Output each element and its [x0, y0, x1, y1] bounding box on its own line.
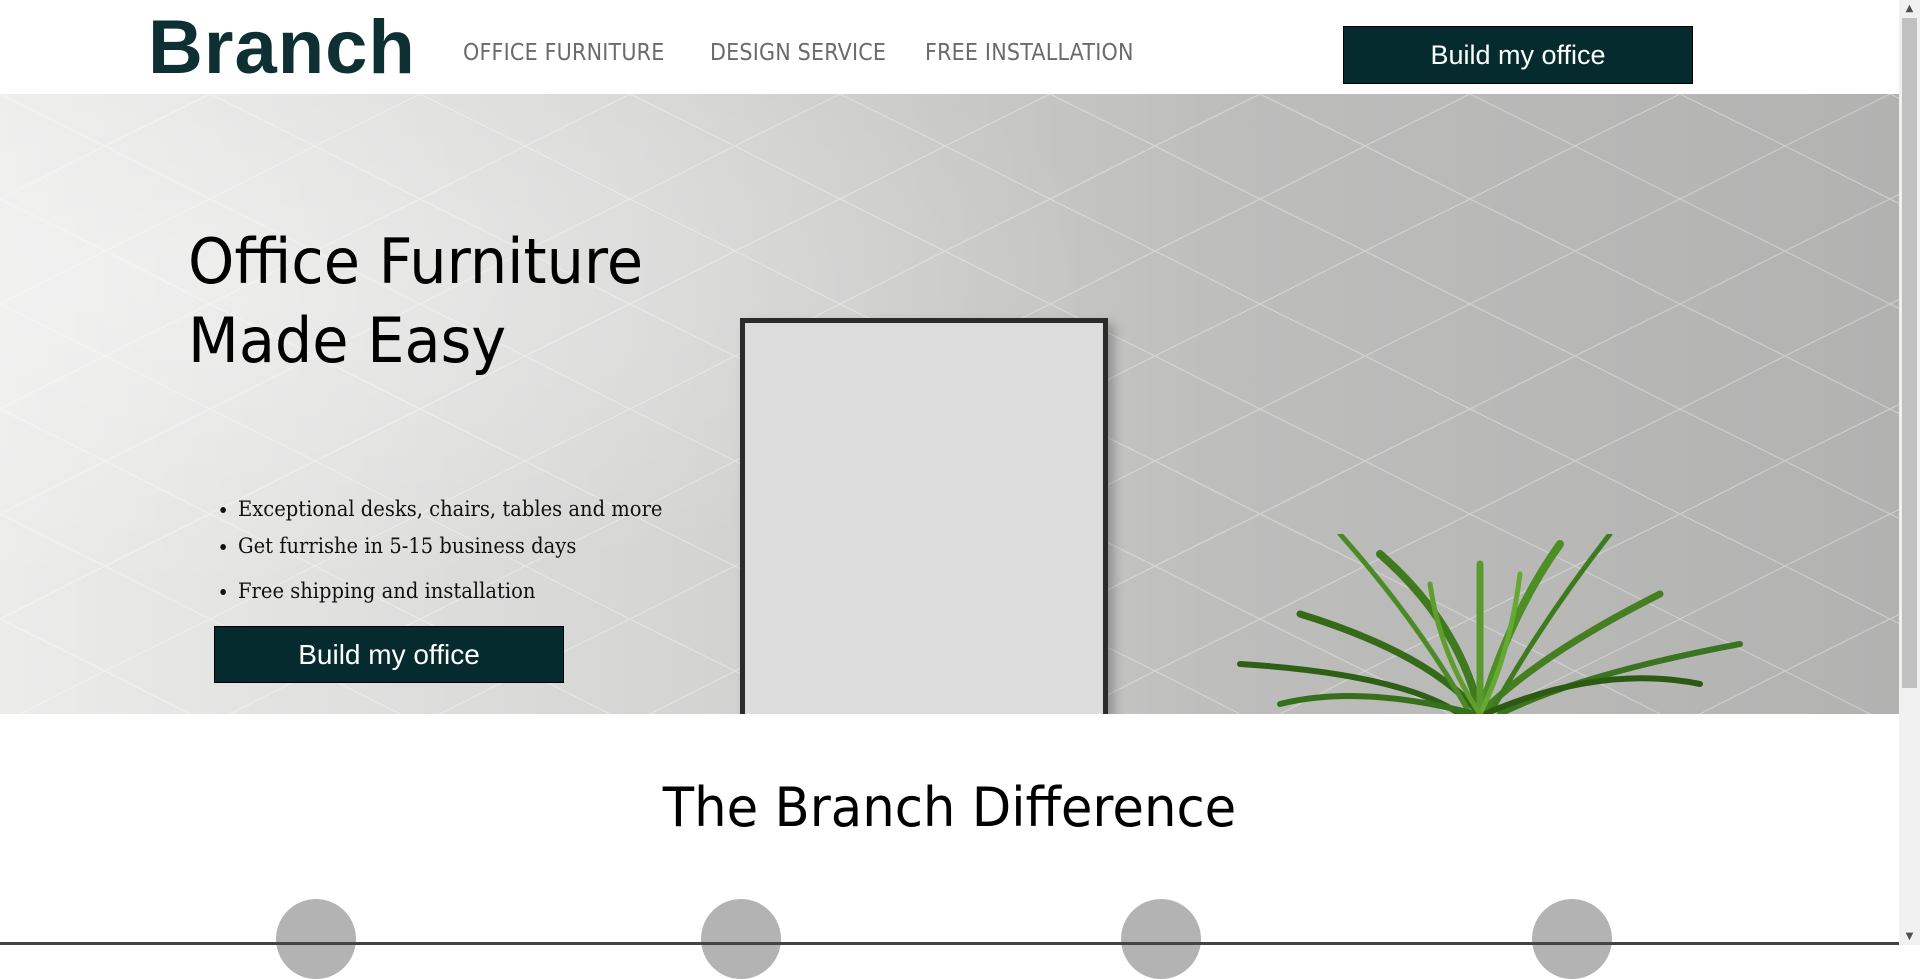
hero-feature-list: Exceptional desks, chairs, tables and mo…	[212, 492, 694, 611]
main-nav: OFFICE FURNITURE DESIGN SERVICE FREE INS…	[463, 40, 1199, 66]
scroll-up-arrow-icon[interactable]: ▲	[1899, 0, 1920, 17]
site-header: Branch OFFICE FURNITURE DESIGN SERVICE F…	[0, 0, 1899, 94]
blank-poster-frame	[740, 318, 1108, 714]
feature-icon-placeholder	[1532, 899, 1612, 979]
hero-title-line-2: Made Easy	[188, 304, 507, 377]
scrollbar-thumb[interactable]	[1902, 18, 1917, 688]
nav-design-service[interactable]: DESIGN SERVICE	[710, 40, 886, 66]
plant-illustration	[1237, 534, 1743, 714]
header-build-my-office-button[interactable]: Build my office	[1343, 26, 1693, 84]
branch-logo[interactable]: Branch	[148, 6, 416, 90]
hero-title-line-1: Office Furniture	[188, 225, 644, 298]
nav-office-furniture[interactable]: OFFICE FURNITURE	[463, 40, 665, 66]
scroll-down-arrow-icon[interactable]: ▼	[1899, 928, 1920, 945]
list-item: Get furrishe in 5-15 business days	[238, 529, 662, 566]
list-item: Free shipping and installation	[238, 574, 662, 611]
feature-icon-placeholder	[701, 899, 781, 979]
hero-title: Office Furniture Made Easy	[188, 222, 720, 380]
feature-icon-placeholder	[1121, 899, 1201, 979]
branch-difference-title: The Branch Difference	[662, 776, 1237, 839]
hero-build-my-office-button[interactable]: Build my office	[214, 626, 564, 683]
vertical-scrollbar[interactable]: ▲ ▼	[1899, 0, 1920, 945]
list-item: Exceptional desks, chairs, tables and mo…	[238, 492, 662, 529]
feature-icon-placeholder	[276, 899, 356, 979]
hero-banner: Office Furniture Made Easy Exceptional d…	[0, 94, 1899, 714]
nav-free-installation[interactable]: FREE INSTALLATION	[925, 40, 1134, 66]
